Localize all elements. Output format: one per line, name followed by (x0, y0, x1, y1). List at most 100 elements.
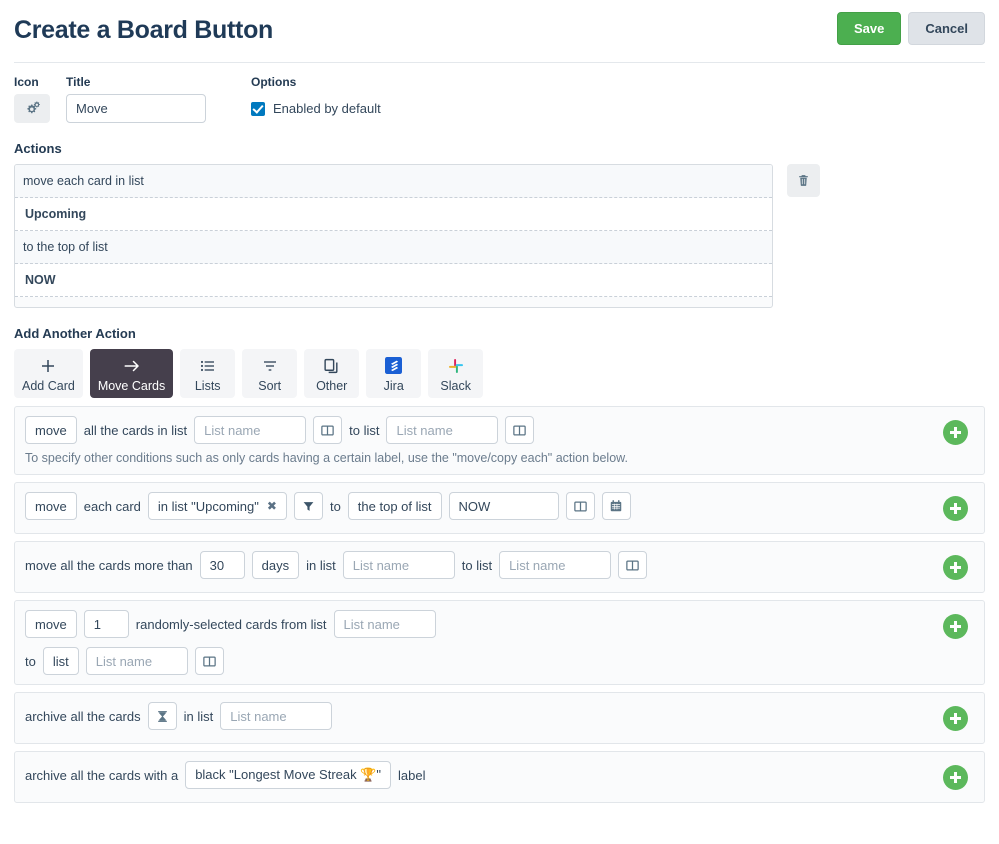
title-field-group: Title (66, 75, 206, 123)
count-input[interactable]: 1 (83, 610, 129, 638)
row-text: randomly-selected cards from list (135, 616, 327, 632)
row-text: in list (306, 557, 336, 573)
row-text: label (398, 767, 426, 783)
board-columns-icon-button[interactable] (194, 647, 224, 675)
save-button[interactable]: Save (836, 12, 902, 45)
jira-icon (385, 355, 403, 376)
tab-other[interactable]: Other (304, 349, 360, 398)
action-row-move-older-than: move all the cards more than 30 days in … (14, 541, 985, 593)
add-action-button[interactable] (943, 555, 968, 580)
target-list-input[interactable]: List name (85, 647, 188, 675)
calendar-icon (610, 500, 622, 512)
action-summary-line (15, 297, 772, 307)
row-line: move all the cards more than 30 days in … (25, 551, 974, 579)
verb-select-move[interactable]: move (25, 610, 77, 638)
action-summary-box[interactable]: move each card in list Upcoming to the t… (14, 164, 773, 308)
title-input[interactable] (66, 94, 206, 123)
action-row-move-random-cards: move 1 randomly-selected cards from list… (14, 600, 985, 685)
board-columns-icon-button[interactable] (618, 551, 648, 579)
button-meta-row: Icon Title Options Enabled by default (0, 63, 999, 123)
board-columns-icon-button-target[interactable] (505, 416, 535, 444)
action-summary-line[interactable]: to the top of list (15, 231, 772, 264)
sort-filter-icon (261, 355, 279, 376)
row-text: each card (83, 498, 141, 514)
page-title: Create a Board Button (14, 16, 274, 44)
row-line: to list List name (25, 647, 974, 675)
position-select[interactable]: the top of list (347, 492, 442, 520)
tab-label: Slack (440, 379, 471, 393)
add-action-button[interactable] (943, 496, 968, 521)
hourglass-icon-button[interactable] (147, 702, 177, 730)
filter-icon (303, 501, 314, 511)
tab-label: Other (316, 379, 348, 393)
add-action-button[interactable] (943, 765, 968, 790)
enabled-by-default-checkbox[interactable] (251, 101, 265, 116)
add-action-button[interactable] (943, 614, 968, 639)
row-text: move all the cards more than (25, 557, 193, 573)
tab-lists[interactable]: Lists (180, 349, 236, 398)
row-text: archive all the cards with a (25, 767, 179, 783)
verb-select-move[interactable]: move (25, 416, 77, 444)
add-another-action-title: Add Another Action (14, 326, 136, 341)
filter-icon-button[interactable] (293, 492, 323, 520)
days-input[interactable]: 30 (199, 551, 245, 579)
action-summary-line[interactable]: move each card in list (15, 165, 772, 198)
create-board-button-page: Create a Board Button Save Cancel Icon T… (0, 0, 999, 844)
list-input[interactable]: List name (220, 702, 333, 730)
enabled-by-default-row[interactable]: Enabled by default (251, 94, 381, 123)
source-list-input[interactable]: List name (342, 551, 455, 579)
cancel-button[interactable]: Cancel (908, 12, 985, 45)
board-columns-icon (513, 425, 527, 435)
tab-move-cards[interactable]: Move Cards (89, 349, 174, 398)
target-kind-select[interactable]: list (42, 647, 79, 675)
board-columns-icon-button-source[interactable] (313, 416, 343, 444)
target-list-input[interactable]: List name (499, 551, 612, 579)
row-text: in list (183, 708, 214, 724)
tab-jira[interactable]: Jira (366, 349, 422, 398)
tab-add-card[interactable]: Add Card (14, 349, 83, 398)
row-text: to (329, 498, 341, 514)
action-summary-line[interactable]: Upcoming (15, 198, 772, 231)
row-line: archive all the cards with a black "Long… (25, 761, 974, 789)
label-select[interactable]: black "Longest Move Streak 🏆" (185, 761, 392, 789)
calendar-icon-button[interactable] (601, 492, 631, 520)
board-columns-icon (321, 425, 334, 435)
row-text: archive all the cards (25, 708, 141, 724)
add-action-button[interactable] (943, 706, 968, 731)
time-unit-select[interactable]: days (251, 551, 300, 579)
row-line: move all the cards in list List name to … (25, 416, 974, 444)
action-row-move-all-cards: move all the cards in list List name to … (14, 406, 985, 475)
source-list-input[interactable]: List name (194, 416, 307, 444)
close-icon[interactable]: ✖ (267, 499, 277, 513)
action-summary-line[interactable]: NOW (15, 264, 772, 297)
source-list-input[interactable]: List name (333, 610, 436, 638)
add-action-button[interactable] (943, 420, 968, 445)
plus-icon (39, 355, 57, 376)
delete-action-button[interactable] (787, 164, 820, 197)
tab-sort[interactable]: Sort (242, 349, 298, 398)
board-columns-icon (626, 560, 639, 570)
icon-picker-button[interactable] (14, 94, 50, 123)
enabled-by-default-label: Enabled by default (273, 101, 381, 116)
trash-icon (799, 175, 808, 186)
row-line: move each card in list "Upcoming" ✖ to t… (25, 492, 974, 520)
tab-label: Lists (194, 379, 221, 393)
icon-field-group: Icon (14, 75, 66, 123)
actions-section-title: Actions (14, 141, 62, 156)
actions-summary-wrap: move each card in list Upcoming to the t… (0, 164, 999, 308)
board-columns-icon (573, 501, 587, 511)
target-list-input[interactable]: List name (386, 416, 499, 444)
verb-select-move[interactable]: move (25, 492, 77, 520)
tab-slack[interactable]: Slack (428, 349, 484, 398)
board-columns-icon (202, 656, 216, 666)
condition-chip-in-list[interactable]: in list "Upcoming" ✖ (147, 492, 287, 520)
title-field-label: Title (66, 75, 91, 89)
cogs-icon (26, 101, 40, 114)
action-row-archive-all-cards: archive all the cards in list List name (14, 692, 985, 744)
action-type-tabs: Add Card Move Cards Lists Sort Other Jir… (0, 349, 999, 398)
row-text: all the cards in list (83, 422, 188, 438)
page-header: Create a Board Button Save Cancel (0, 0, 999, 58)
target-list-input[interactable]: NOW (448, 492, 559, 520)
action-row-archive-cards-with-label: archive all the cards with a black "Long… (14, 751, 985, 803)
board-columns-icon-button[interactable] (565, 492, 595, 520)
